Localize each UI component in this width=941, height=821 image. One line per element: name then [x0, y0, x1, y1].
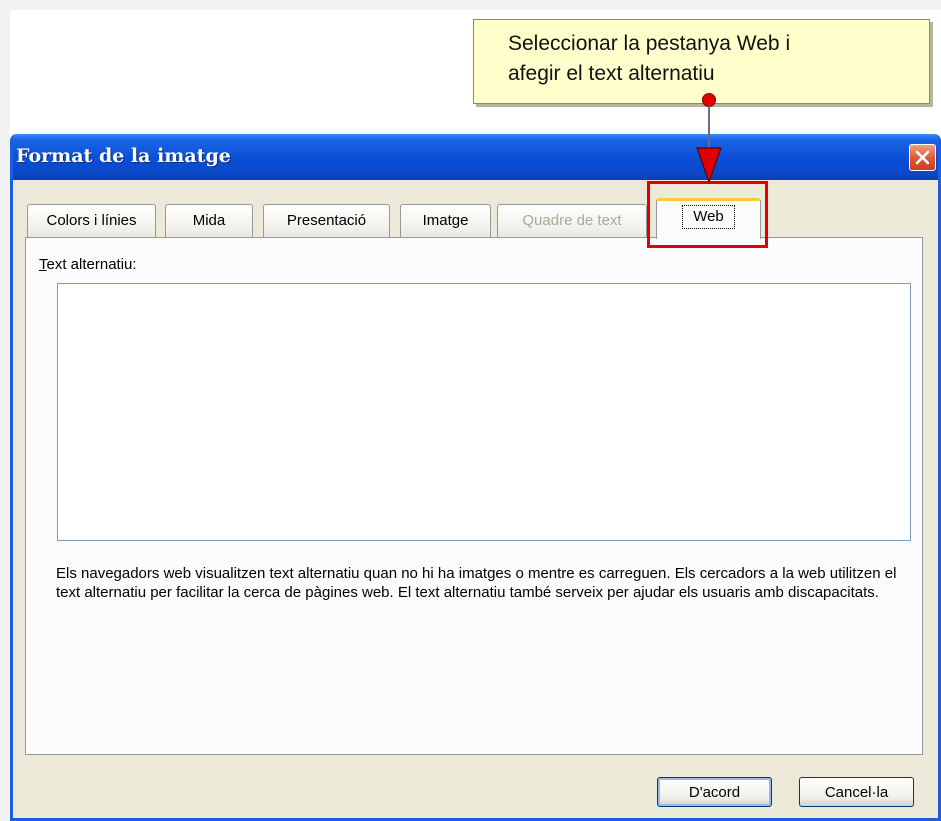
alt-text-label-mnemonic: T — [39, 256, 47, 273]
close-button[interactable] — [909, 144, 936, 171]
tab-size[interactable]: Mida — [165, 204, 253, 238]
tab-picture[interactable]: Imatge — [400, 204, 491, 238]
web-tab-panel: Text alternatiu: Els navegadors web visu… — [25, 237, 923, 755]
alt-text-label-rest: ext alternatiu: — [46, 256, 137, 273]
ok-button[interactable]: D'acord — [657, 777, 772, 807]
format-image-dialog: Format de la imatge Colors i línies Mida… — [10, 134, 941, 821]
web-tab-highlight — [647, 181, 768, 248]
callout-line-2: afegir el text alternatiu — [508, 62, 715, 85]
down-arrow-icon — [696, 93, 722, 184]
tab-layout[interactable]: Presentació — [263, 204, 390, 238]
tab-text-box: Quadre de text — [497, 204, 647, 238]
close-icon — [915, 150, 930, 165]
alt-text-input[interactable] — [57, 283, 911, 541]
alt-text-label: Text alternatiu: — [39, 256, 137, 273]
dialog-title: Format de la imatge — [16, 145, 231, 167]
callout-line-1: Seleccionar la pestanya Web i — [508, 32, 791, 55]
alt-text-help: Els navegadors web visualitzen text alte… — [56, 565, 897, 601]
tab-colors-lines[interactable]: Colors i línies — [27, 204, 156, 238]
cancel-button[interactable]: Cancel·la — [799, 777, 914, 807]
title-bar[interactable]: Format de la imatge — [13, 134, 938, 180]
